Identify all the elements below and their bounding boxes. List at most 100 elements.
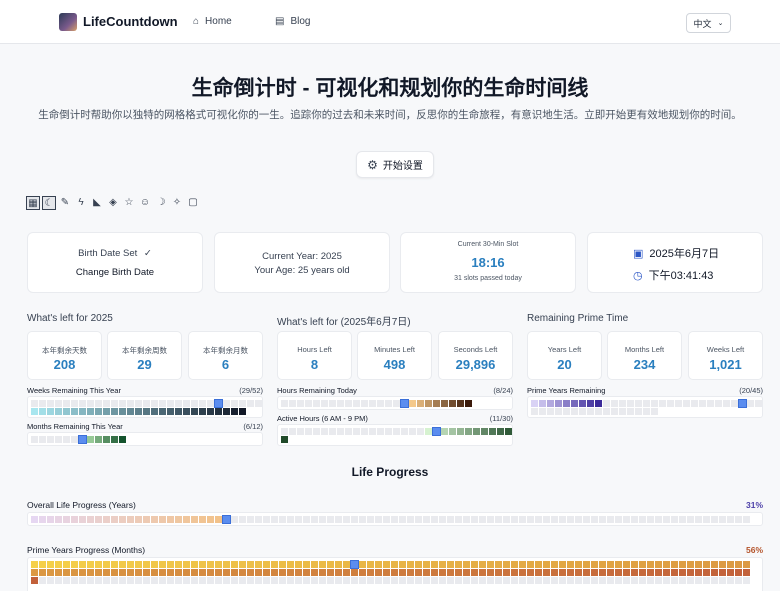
active-cell xyxy=(297,428,304,435)
weeks-cell xyxy=(214,399,223,408)
candy-icon[interactable]: ◈ xyxy=(106,196,120,210)
primemonths-cell xyxy=(215,577,222,584)
leaf-icon[interactable]: ◣ xyxy=(90,196,104,210)
primemonths-cell xyxy=(559,577,566,584)
grid-icon[interactable]: ▦ xyxy=(26,196,40,210)
primemonths-cell xyxy=(423,569,430,576)
primemonths-cell xyxy=(199,561,206,568)
primemonths-cell xyxy=(279,577,286,584)
primemonths-cell xyxy=(263,569,270,576)
primemonths-cell xyxy=(623,561,630,568)
star-icon[interactable]: ☆ xyxy=(122,196,136,210)
language-select[interactable]: 中文 ⌄ xyxy=(686,13,731,33)
life-cell xyxy=(495,516,502,523)
primemonths-cell xyxy=(319,569,326,576)
primemonths-cell xyxy=(567,561,574,568)
prime-cell xyxy=(731,400,738,407)
primemonths-cell xyxy=(575,577,582,584)
months-left-label: 本年剩余月数 xyxy=(203,346,248,355)
primemonths-cell xyxy=(583,561,590,568)
active-cell xyxy=(281,436,288,443)
primemonths-cell xyxy=(735,577,742,584)
sparkle-icon[interactable]: ✧ xyxy=(170,196,184,210)
birth-date-card: Birth Date Set ✓ Change Birth Date xyxy=(27,232,203,293)
primemonths-cell xyxy=(215,561,222,568)
primemonths-cell xyxy=(615,561,622,568)
primemonths-cell xyxy=(39,561,46,568)
nav-home-label: Home xyxy=(205,16,232,27)
weeks-cell xyxy=(135,408,142,415)
months-cell xyxy=(47,436,54,443)
primemonths-cell xyxy=(31,569,38,576)
brush-icon[interactable]: ✎ xyxy=(58,196,72,210)
prime-cell xyxy=(691,400,698,407)
prime-cell xyxy=(723,400,730,407)
primemonths-cell xyxy=(327,569,334,576)
active-cell xyxy=(409,428,416,435)
current-year-card: Current Year: 2025 Your Age: 25 years ol… xyxy=(214,232,390,293)
lightning-icon[interactable]: ϟ xyxy=(74,196,88,210)
brand-name[interactable]: LifeCountdown xyxy=(83,14,178,29)
prime-cell xyxy=(547,400,554,407)
primemonths-cell xyxy=(543,577,550,584)
months-cell xyxy=(87,436,94,443)
prime-cell xyxy=(579,408,586,415)
primemonths-cell xyxy=(687,569,694,576)
primemonths-cell xyxy=(559,569,566,576)
primemonths-cell xyxy=(159,569,166,576)
months-cell xyxy=(71,436,78,443)
primemonths-cell xyxy=(111,577,118,584)
square-icon[interactable]: ▢ xyxy=(186,196,200,210)
primemonths-cell xyxy=(743,561,750,568)
active-cell xyxy=(393,428,400,435)
primemonths-cell xyxy=(711,569,718,576)
home-icon: ⌂ xyxy=(193,16,200,27)
primemonths-cell xyxy=(479,577,486,584)
primemonths-cell xyxy=(175,577,182,584)
active-cell xyxy=(497,428,504,435)
primemonths-cell xyxy=(319,577,326,584)
primemonths-cell xyxy=(535,561,542,568)
primemonths-cell xyxy=(719,561,726,568)
weeks-grid xyxy=(27,396,263,418)
primemonths-cell xyxy=(335,569,342,576)
primemonths-cell xyxy=(535,569,542,576)
hours-cell xyxy=(361,400,368,407)
life-cell xyxy=(575,516,582,523)
seconds-left-label: Seconds Left xyxy=(453,345,498,354)
start-setup-button[interactable]: ⚙ 开始设置 xyxy=(356,151,434,178)
primemonths-cell xyxy=(391,569,398,576)
life-cell xyxy=(551,516,558,523)
months-cell xyxy=(63,436,70,443)
life-cell xyxy=(103,516,110,523)
life-cell xyxy=(375,516,382,523)
moon-icon[interactable]: ☾ xyxy=(42,196,56,210)
weeks-cell xyxy=(87,408,94,415)
life-cell xyxy=(79,516,86,523)
primemonths-cell xyxy=(207,569,214,576)
weeks-cell xyxy=(71,408,78,415)
nav-home-link[interactable]: ⌂ Home xyxy=(193,16,232,27)
prime-cell xyxy=(611,400,618,407)
primemonths-cell xyxy=(95,577,102,584)
weeks-remaining-label: Weeks Remaining This Year xyxy=(27,386,121,395)
primemonths-cell xyxy=(495,569,502,576)
nav-blog-link[interactable]: ▤ Blog xyxy=(275,16,310,27)
active-cell xyxy=(353,428,360,435)
weeks-cell xyxy=(87,400,94,407)
primemonths-cell xyxy=(687,577,694,584)
crescent-icon[interactable]: ☽ xyxy=(154,196,168,210)
logo-image[interactable] xyxy=(59,13,77,31)
primemonths-cell xyxy=(191,561,198,568)
smile-icon[interactable]: ☺ xyxy=(138,196,152,210)
primemonths-cell xyxy=(127,561,134,568)
primemonths-cell xyxy=(71,569,78,576)
primemonths-cell xyxy=(423,561,430,568)
weeks-cell xyxy=(143,408,150,415)
weeks-cell xyxy=(63,408,70,415)
primemonths-cell xyxy=(239,569,246,576)
primemonths-cell xyxy=(319,561,326,568)
weeks-cell xyxy=(127,400,134,407)
primemonths-cell xyxy=(175,561,182,568)
change-birth-date-link[interactable]: Change Birth Date xyxy=(28,267,202,278)
